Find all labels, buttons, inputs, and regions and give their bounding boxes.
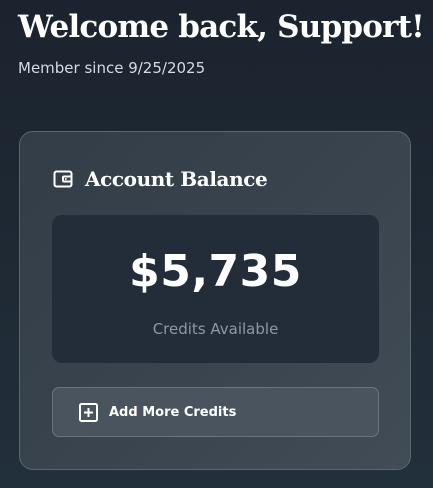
page-title: Welcome back, Support! (18, 9, 425, 45)
balance-amount: $5,735 (129, 246, 302, 297)
account-balance-card: Account Balance $5,735 Credits Available… (19, 131, 411, 470)
add-more-credits-button[interactable]: Add More Credits (52, 387, 379, 437)
balance-display: $5,735 Credits Available (52, 215, 379, 363)
plus-square-icon (79, 402, 98, 422)
add-more-credits-label: Add More Credits (109, 404, 237, 420)
card-title: Account Balance (85, 167, 268, 191)
wallet-icon (53, 169, 73, 189)
balance-caption: Credits Available (152, 320, 279, 338)
page-header: Welcome back, Support! Member since 9/25… (18, 6, 428, 78)
member-since-text: Member since 9/25/2025 (18, 59, 206, 77)
card-header: Account Balance (53, 165, 268, 193)
